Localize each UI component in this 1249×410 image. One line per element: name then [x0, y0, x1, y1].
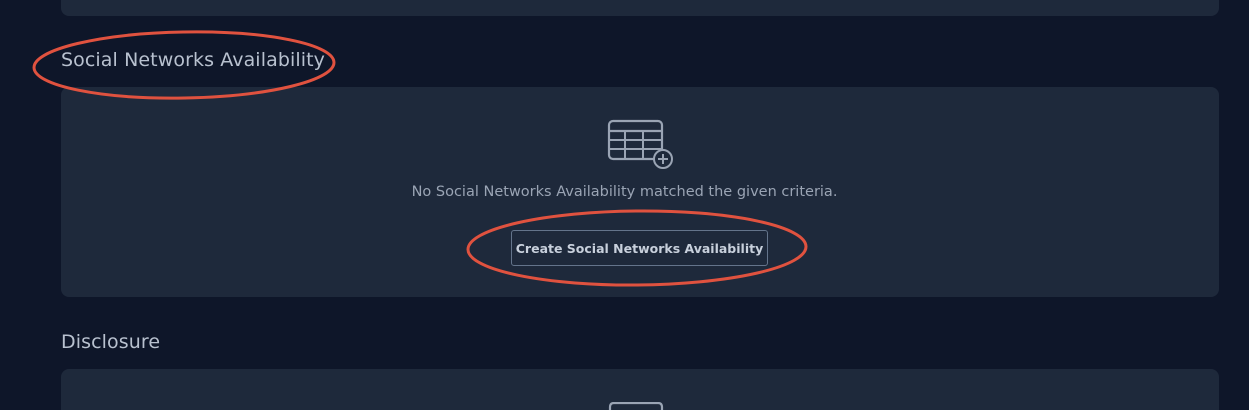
table-add-icon	[608, 402, 664, 410]
empty-state-message: No Social Networks Availability matched …	[411, 184, 838, 200]
social-networks-heading: Social Networks Availability	[61, 49, 326, 71]
page: Social Networks Availability No Social N…	[0, 0, 1249, 410]
previous-section-panel	[61, 0, 1219, 16]
disclosure-heading: Disclosure	[61, 331, 161, 353]
create-social-networks-button[interactable]: Create Social Networks Availability	[511, 230, 768, 266]
table-add-icon	[607, 119, 673, 169]
